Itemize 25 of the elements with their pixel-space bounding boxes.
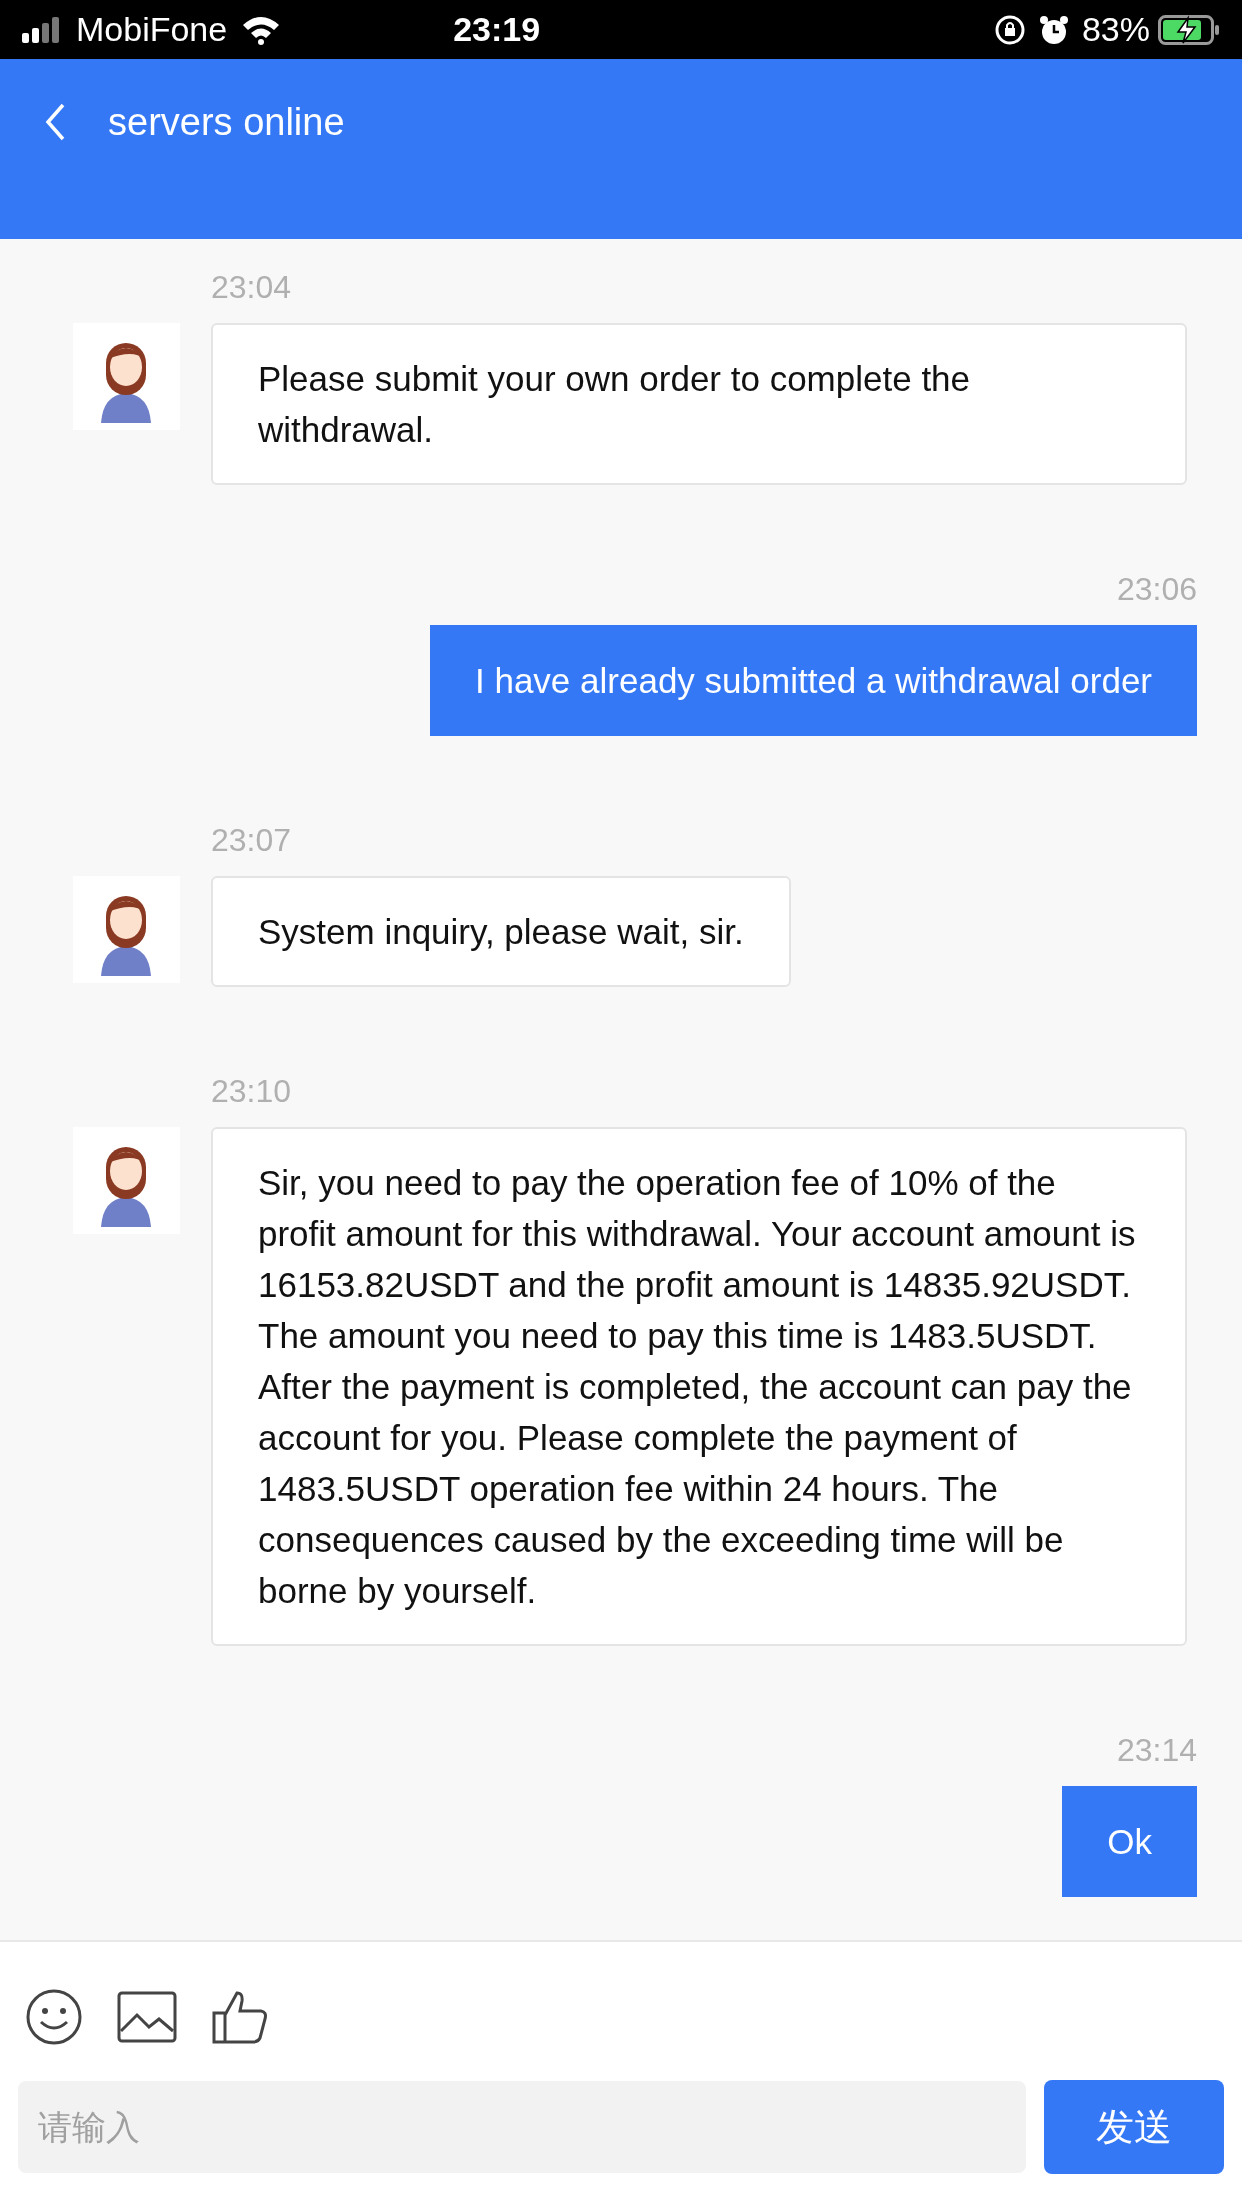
carrier-name: MobiFone (76, 9, 228, 50)
signal-icon (22, 16, 62, 43)
sent-message: I have already submitted a withdrawal order (430, 625, 1197, 736)
battery-charging-icon (1158, 14, 1220, 45)
send-button[interactable]: 发送 (1044, 2080, 1224, 2174)
timestamp: 23:14 (1116, 1731, 1197, 1770)
timestamp: 23:10 (211, 1072, 293, 1111)
back-icon (44, 102, 66, 142)
timestamp: 23:07 (211, 821, 293, 860)
message-input[interactable]: 请输入 (18, 2081, 1026, 2173)
timestamp: 23:06 (1116, 570, 1197, 609)
received-message: Sir, you need to pay the operation fee of 10% of the profit amount for this withdrawal. Your account amount is 16153.82USDT and the profit amount is 14835.92USDT. The amount you need to pay this time is 1483.5USDT. After the payment is completed, the account can pay the account for you. Please complete the payment of 1483.5USDT operation fee within 24 hours. The consequences caused by the exceeding time will be borne by yourself. (211, 1127, 1187, 1646)
sent-message: Ok (1062, 1786, 1197, 1897)
clock: 23:19 (453, 9, 541, 50)
timestamp: 23:04 (211, 268, 293, 307)
rotation-lock-icon (993, 13, 1026, 46)
alarm-icon (1037, 13, 1070, 46)
received-message: Please submit your own order to complete the withdrawal. (211, 323, 1187, 485)
emoji-icon[interactable] (25, 1988, 83, 2046)
chat-title: servers online (108, 100, 345, 145)
received-message: System inquiry, please wait, sir. (211, 876, 791, 987)
thumbs-up-icon[interactable] (211, 1989, 269, 2045)
battery-percent: 83% (1081, 9, 1150, 50)
image-icon[interactable] (117, 1991, 177, 2043)
wifi-icon (241, 14, 282, 45)
